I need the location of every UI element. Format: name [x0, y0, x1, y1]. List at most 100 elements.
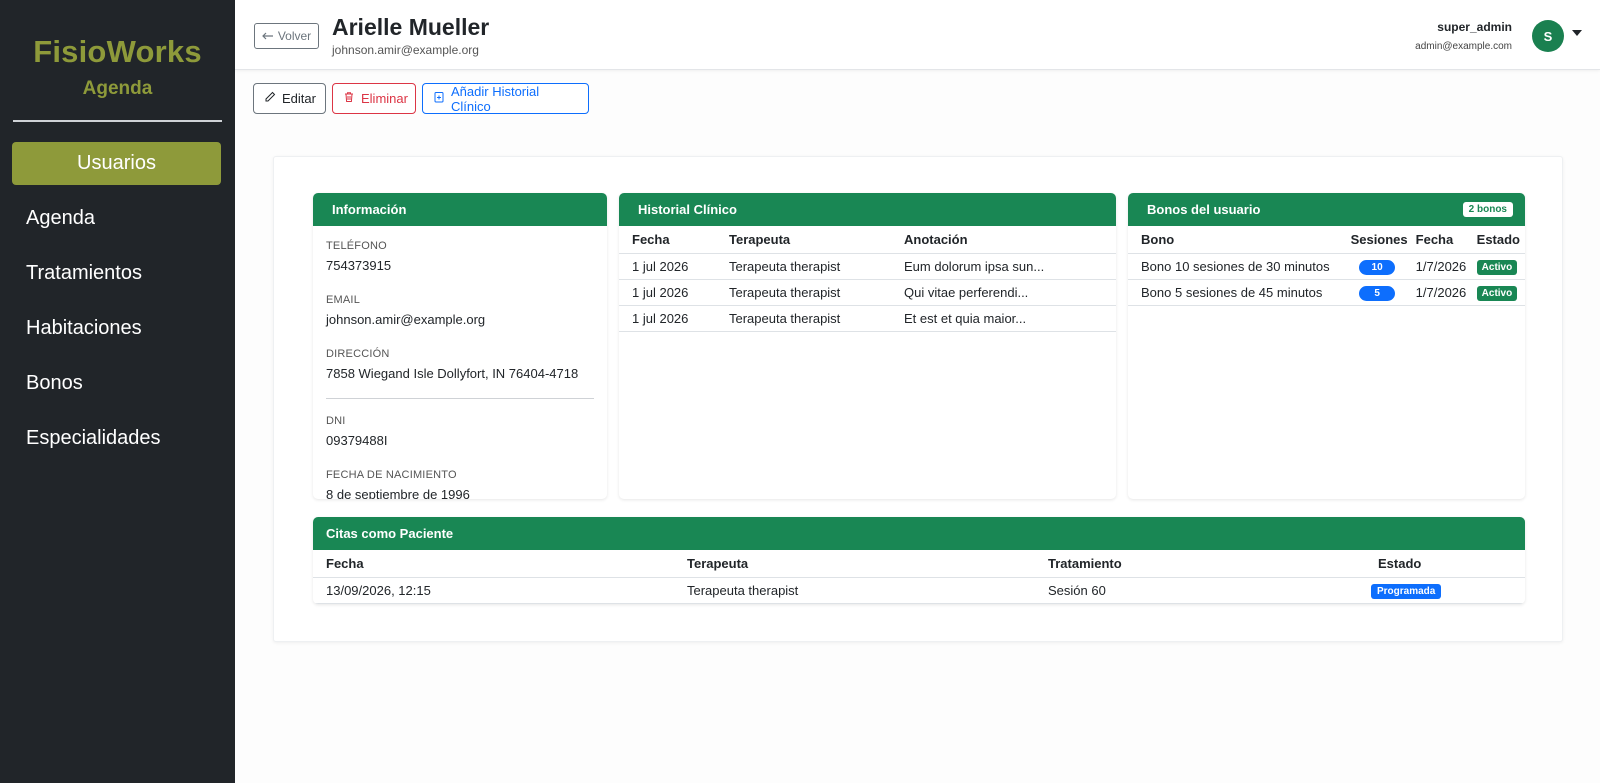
- user-name: super_admin: [1437, 20, 1512, 34]
- bonos-col-sesiones: Sesiones: [1346, 226, 1408, 254]
- appointments-card-header: Citas como Paciente: [313, 517, 1525, 550]
- sidebar-item-bonos[interactable]: Bonos: [0, 362, 235, 405]
- bonos-header-row: Bono Sesiones Fecha Estado: [1128, 226, 1525, 254]
- info-card: Información TELÉFONO 754373915 EMAIL joh…: [313, 193, 607, 499]
- address-value: 7858 Wiegand Isle Dollyfort, IN 76404-47…: [326, 366, 579, 381]
- table-row[interactable]: 1 jul 2026 Terapeuta therapist Qui vitae…: [619, 279, 1116, 306]
- table-row[interactable]: 1 jul 2026 Terapeuta therapist Eum dolor…: [619, 253, 1116, 280]
- history-cell: 1 jul 2026: [619, 305, 716, 332]
- history-cell: 1 jul 2026: [619, 253, 716, 280]
- history-cell: Terapeuta therapist: [716, 305, 891, 332]
- bonos-card-header: Bonos del usuario 2 bonos: [1128, 193, 1525, 226]
- email-value: johnson.amir@example.org: [326, 312, 486, 327]
- history-card-title: Historial Clínico: [638, 202, 737, 217]
- appointments-col-tratamiento: Tratamiento: [1035, 550, 1365, 578]
- user-detail-container: Información TELÉFONO 754373915 EMAIL joh…: [273, 156, 1563, 642]
- status-badge: Activo: [1476, 285, 1518, 301]
- history-cell: Terapeuta therapist: [716, 253, 891, 280]
- bonos-count-badge: 2 bonos: [1462, 202, 1513, 217]
- sidebar: FisioWorks Agenda Usuarios Agenda Tratam…: [0, 0, 235, 783]
- sidebar-divider: [13, 120, 222, 122]
- history-header-row: Fecha Terapeuta Anotación: [619, 226, 1116, 254]
- bonos-table: Bono Sesiones Fecha Estado Bono 10 sesio…: [1128, 226, 1525, 306]
- sidebar-item-tratamientos[interactable]: Tratamientos: [0, 252, 235, 295]
- email-label: EMAIL: [326, 294, 361, 306]
- bonos-col-fecha: Fecha: [1407, 226, 1471, 254]
- dni-value: 09379488I: [326, 433, 388, 448]
- birth-label: FECHA DE NACIMIENTO: [326, 469, 457, 481]
- phone-value: 754373915: [326, 258, 392, 273]
- bonos-card-title: Bonos del usuario: [1147, 202, 1261, 217]
- history-cell: Terapeuta therapist: [716, 279, 891, 306]
- history-table: Fecha Terapeuta Anotación 1 jul 2026 Ter…: [619, 226, 1116, 332]
- bono-name: Bono 5 sesiones de 45 minutos: [1128, 279, 1347, 306]
- appointment-therapist: Terapeuta therapist: [674, 577, 1035, 604]
- chevron-down-icon[interactable]: [1572, 30, 1582, 36]
- back-button-label: Volver: [277, 29, 312, 43]
- history-cell: 1 jul 2026: [619, 279, 716, 306]
- delete-button[interactable]: Eliminar: [332, 83, 416, 114]
- brand: FisioWorks Agenda: [0, 0, 235, 100]
- appointment-treatment: Sesión 60: [1035, 577, 1365, 604]
- sidebar-nav: Usuarios Agenda Tratamientos Habitacione…: [0, 142, 235, 460]
- info-card-body: TELÉFONO 754373915 EMAIL johnson.amir@ex…: [313, 226, 607, 499]
- back-button[interactable]: Volver: [254, 23, 319, 49]
- history-col-anotacion: Anotación: [891, 226, 1116, 254]
- address-label: DIRECCIÓN: [326, 348, 390, 360]
- appointments-col-estado: Estado: [1365, 550, 1525, 578]
- sidebar-item-agenda[interactable]: Agenda: [0, 197, 235, 240]
- table-row[interactable]: Bono 10 sesiones de 30 minutos 10 1/7/20…: [1128, 253, 1525, 280]
- sidebar-item-especialidades[interactable]: Especialidades: [0, 417, 235, 460]
- table-row[interactable]: 1 jul 2026 Terapeuta therapist Et est et…: [619, 305, 1116, 332]
- clipboard-plus-icon: [433, 91, 445, 106]
- page-subtitle: johnson.amir@example.org: [332, 43, 479, 57]
- sidebar-item-usuarios[interactable]: Usuarios: [12, 142, 221, 185]
- bonos-col-estado: Estado: [1470, 226, 1525, 254]
- trash-icon: [343, 91, 355, 106]
- bono-name: Bono 10 sesiones de 30 minutos: [1128, 253, 1347, 280]
- delete-button-label: Eliminar: [361, 91, 408, 106]
- appointments-card-title: Citas como Paciente: [326, 526, 454, 541]
- sessions-badge: 10: [1359, 259, 1396, 275]
- appointments-card: Citas como Paciente Fecha Terapeuta Trat…: [313, 517, 1525, 604]
- bonos-card: Bonos del usuario 2 bonos Bono Sesiones …: [1128, 193, 1525, 499]
- arrow-left-icon: [261, 29, 274, 43]
- birth-value: 8 de septiembre de 1996: [326, 487, 470, 499]
- add-history-button-label: Añadir Historial Clínico: [451, 83, 540, 114]
- bonos-col-bono: Bono: [1128, 226, 1347, 254]
- sessions-badge: 5: [1359, 285, 1396, 301]
- edit-button-label: Editar: [282, 91, 316, 106]
- pencil-icon: [264, 91, 276, 106]
- page-title: Arielle Mueller: [332, 14, 490, 40]
- table-row[interactable]: Bono 5 sesiones de 45 minutos 5 1/7/2026…: [1128, 279, 1525, 306]
- history-card-header: Historial Clínico: [619, 193, 1116, 226]
- brand-subtitle: Agenda: [82, 78, 153, 99]
- action-bar: Editar Eliminar Añadir Historial Clínico: [253, 83, 589, 114]
- history-cell: Qui vitae perferendi...: [891, 279, 1116, 306]
- appointments-col-terapeuta: Terapeuta: [674, 550, 1035, 578]
- info-card-header: Información: [313, 193, 607, 226]
- info-card-title: Información: [332, 202, 407, 217]
- appointments-table: Fecha Terapeuta Tratamiento Estado 13/09…: [313, 550, 1525, 604]
- history-card: Historial Clínico Fecha Terapeuta Anotac…: [619, 193, 1116, 499]
- status-badge: Programada: [1371, 583, 1442, 599]
- dni-label: DNI: [326, 415, 346, 427]
- add-history-button[interactable]: Añadir Historial Clínico: [422, 83, 589, 114]
- bono-date: 1/7/2026: [1407, 279, 1471, 306]
- info-divider: [326, 398, 594, 399]
- history-cell: Et est et quia maior...: [891, 305, 1116, 332]
- appointments-header-row: Fecha Terapeuta Tratamiento Estado: [313, 550, 1525, 578]
- appointment-date: 13/09/2026, 12:15: [313, 577, 674, 604]
- avatar[interactable]: S: [1532, 20, 1564, 52]
- history-cell: Eum dolorum ipsa sun...: [891, 253, 1116, 280]
- top-header: Volver Arielle Mueller johnson.amir@exam…: [235, 0, 1600, 70]
- bono-date: 1/7/2026: [1407, 253, 1471, 280]
- brand-title: FisioWorks: [33, 34, 202, 69]
- history-col-fecha: Fecha: [619, 226, 716, 254]
- edit-button[interactable]: Editar: [253, 83, 326, 114]
- appointments-col-fecha: Fecha: [313, 550, 674, 578]
- sidebar-item-habitaciones[interactable]: Habitaciones: [0, 307, 235, 350]
- table-row[interactable]: 13/09/2026, 12:15 Terapeuta therapist Se…: [313, 577, 1525, 604]
- phone-label: TELÉFONO: [326, 240, 387, 252]
- user-email: admin@example.com: [1415, 41, 1512, 52]
